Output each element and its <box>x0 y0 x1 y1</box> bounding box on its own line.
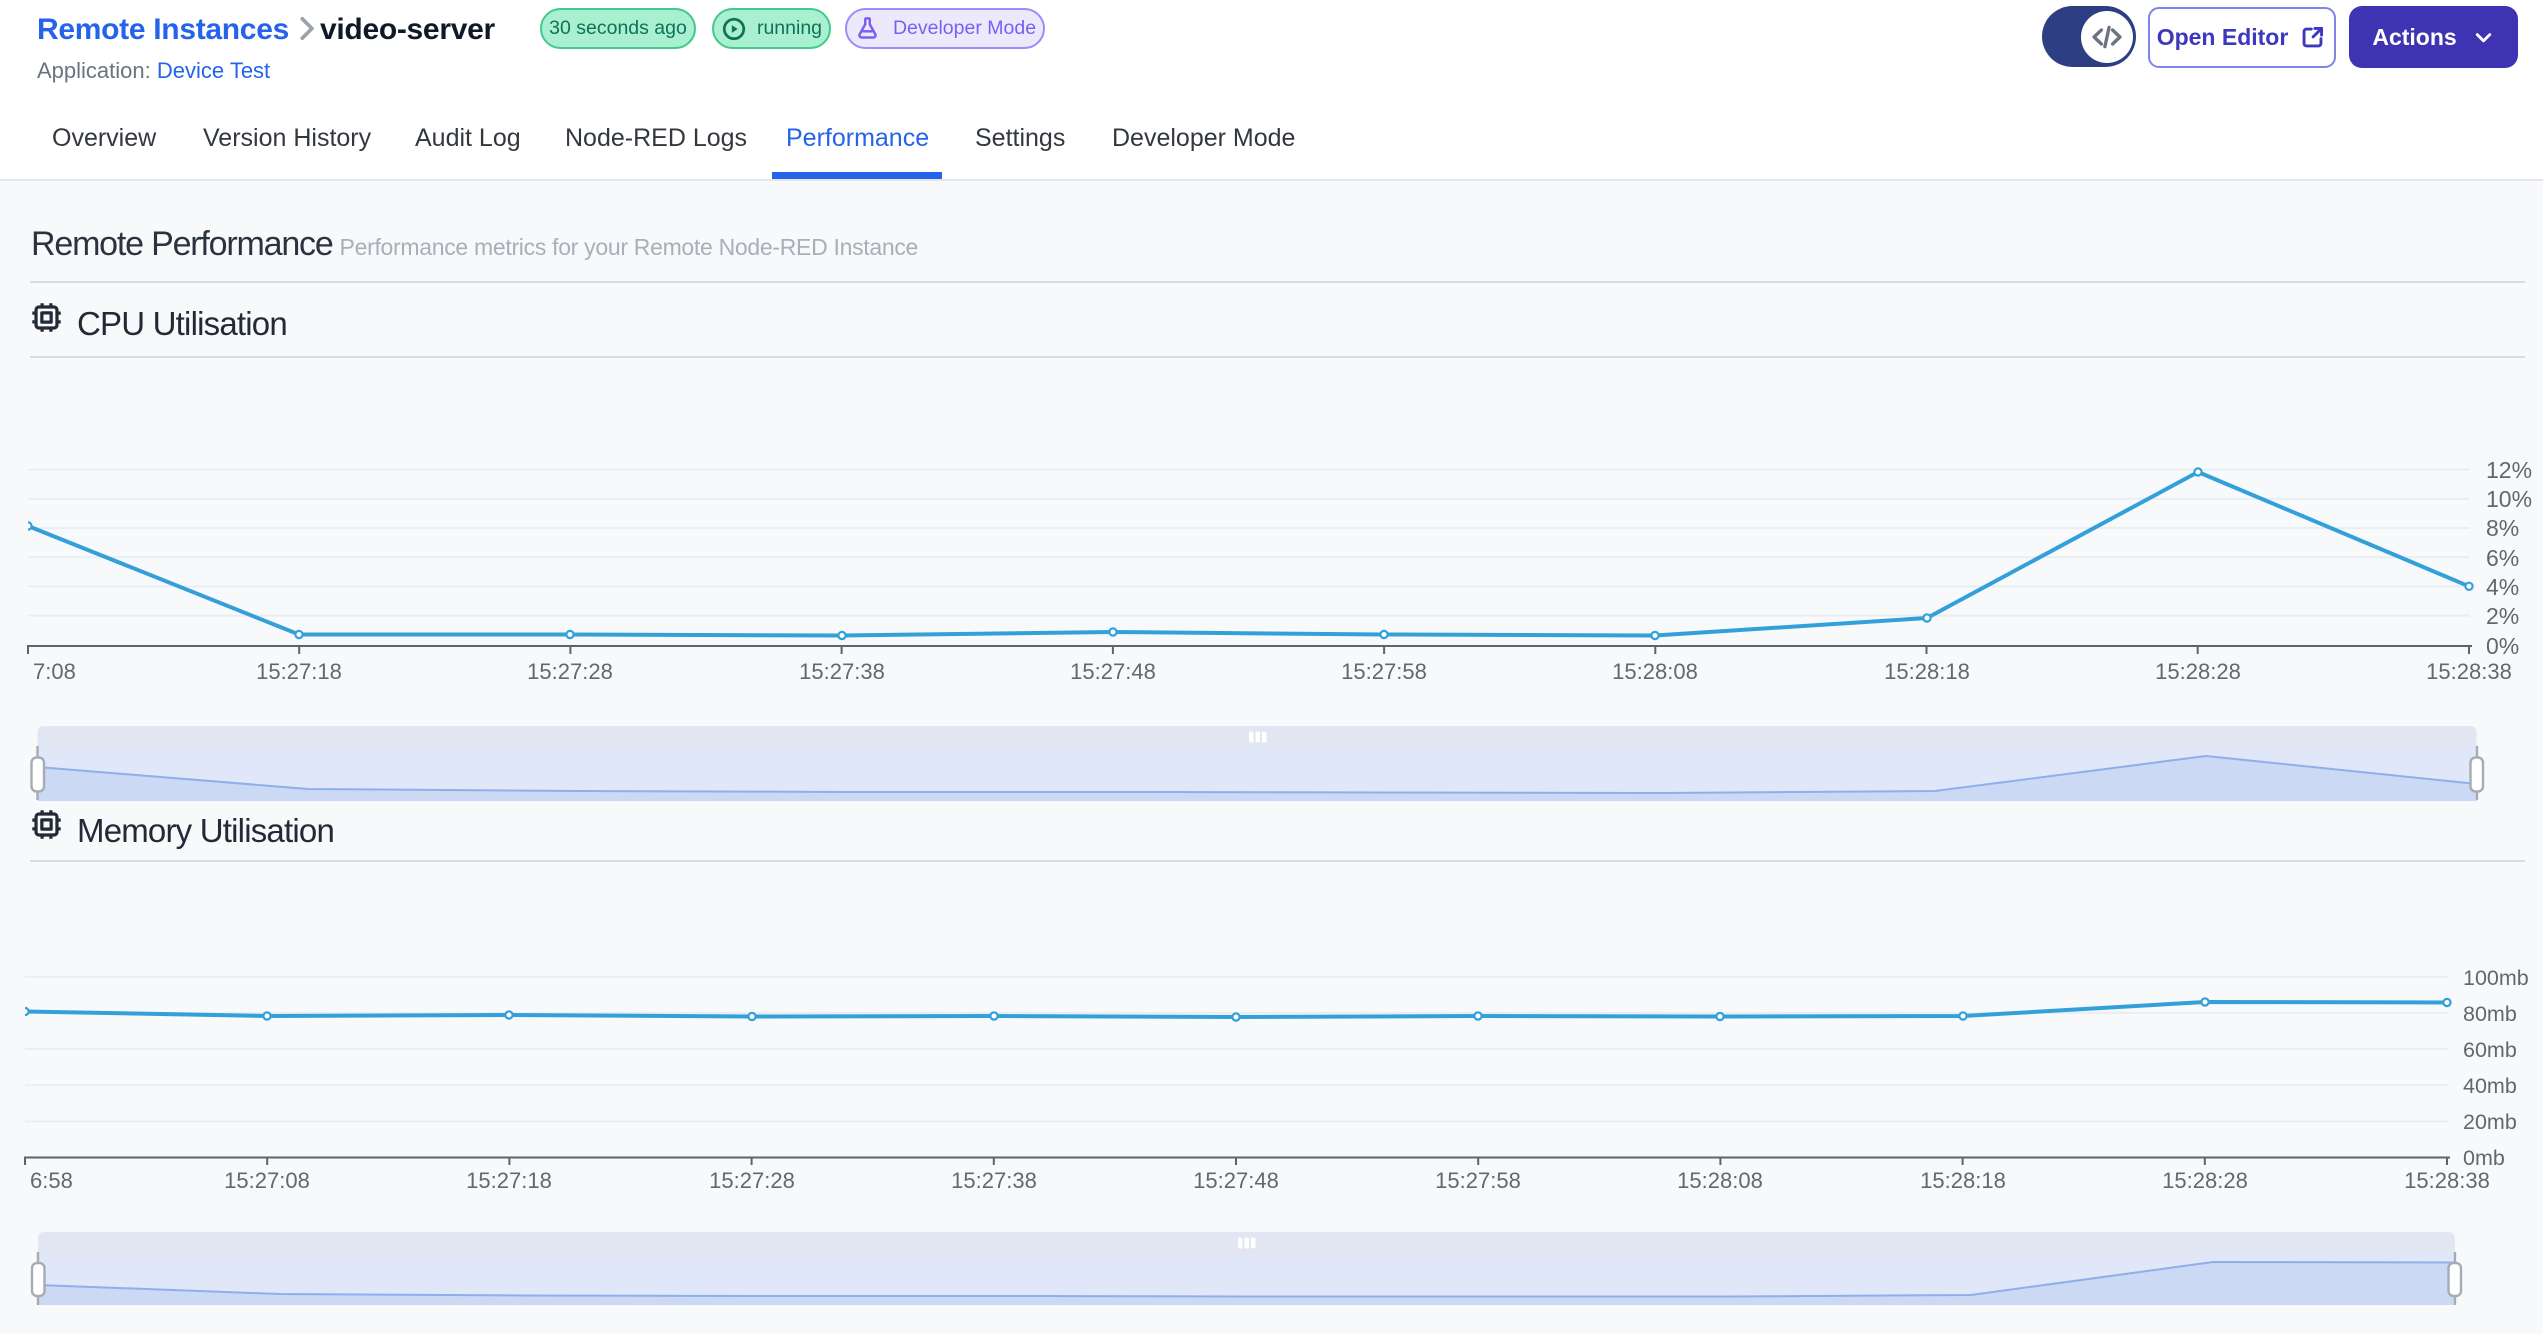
svg-text:15:27:18: 15:27:18 <box>256 659 342 684</box>
svg-text:15:27:38: 15:27:38 <box>799 659 885 684</box>
svg-text:15:27:58: 15:27:58 <box>1341 659 1427 684</box>
svg-text:10%: 10% <box>2486 486 2532 512</box>
svg-text:15:27:38: 15:27:38 <box>951 1168 1037 1193</box>
svg-text:0mb: 0mb <box>2463 1146 2505 1170</box>
svg-text:6:58: 6:58 <box>30 1168 73 1193</box>
svg-text:15:28:28: 15:28:28 <box>2162 1168 2248 1193</box>
svg-text:15:27:28: 15:27:28 <box>709 1168 795 1193</box>
svg-text:15:28:28: 15:28:28 <box>2155 659 2241 684</box>
svg-text:0%: 0% <box>2486 633 2519 659</box>
svg-text:15:27:18: 15:27:18 <box>466 1168 552 1193</box>
svg-text:15:27:48: 15:27:48 <box>1070 659 1156 684</box>
svg-text:15:27:08: 15:27:08 <box>224 1168 310 1193</box>
svg-text:15:28:18: 15:28:18 <box>1884 659 1970 684</box>
svg-text:100mb: 100mb <box>2463 966 2529 990</box>
svg-text:7:08: 7:08 <box>33 659 76 684</box>
svg-text:15:27:48: 15:27:48 <box>1193 1168 1279 1193</box>
svg-text:4%: 4% <box>2486 574 2519 600</box>
svg-text:80mb: 80mb <box>2463 1002 2517 1026</box>
svg-text:15:28:08: 15:28:08 <box>1612 659 1698 684</box>
svg-text:2%: 2% <box>2486 603 2519 629</box>
svg-text:60mb: 60mb <box>2463 1038 2517 1062</box>
svg-text:40mb: 40mb <box>2463 1074 2517 1098</box>
svg-text:20mb: 20mb <box>2463 1110 2517 1134</box>
svg-text:15:28:38: 15:28:38 <box>2404 1168 2490 1193</box>
svg-text:15:27:28: 15:27:28 <box>527 659 613 684</box>
svg-text:8%: 8% <box>2486 515 2519 541</box>
svg-text:6%: 6% <box>2486 545 2519 571</box>
svg-text:15:28:38: 15:28:38 <box>2426 659 2512 684</box>
svg-text:15:28:08: 15:28:08 <box>1677 1168 1763 1193</box>
svg-text:15:28:18: 15:28:18 <box>1920 1168 2006 1193</box>
svg-text:12%: 12% <box>2486 457 2532 483</box>
svg-text:15:27:58: 15:27:58 <box>1435 1168 1521 1193</box>
